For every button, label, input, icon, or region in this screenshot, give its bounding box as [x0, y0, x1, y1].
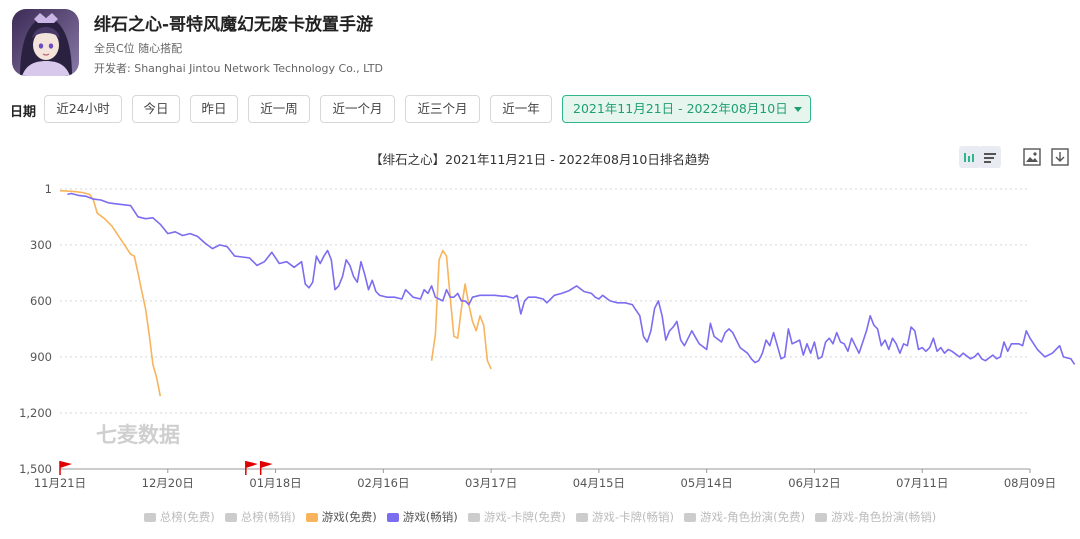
legend-item[interactable]: 游戏(畅销) [386, 509, 458, 525]
x-tick-label: 01月18日 [249, 476, 301, 490]
y-tick-label: 900 [30, 350, 52, 364]
series-line-game-free [59, 189, 162, 397]
y-tick-label: 1,200 [19, 406, 52, 420]
legend-label: 游戏-卡牌(免费) [483, 510, 566, 524]
x-tick-label: 07月11日 [896, 476, 948, 490]
legend-label: 游戏-角色扮演(畅销) [831, 510, 937, 524]
legend-swatch [683, 513, 696, 522]
x-tick-label: 05月14日 [681, 476, 733, 490]
legend-item[interactable]: 游戏-卡牌(畅销) [575, 509, 674, 525]
legend-label: 游戏(畅销) [402, 510, 458, 524]
event-flag-icon [59, 461, 72, 475]
rank-trend-chart: 1 300 600 900 1,200 1,50011月21日 12月20日 01月18日 02… [19, 182, 1076, 490]
legend-label: 总榜(畅销) [240, 510, 296, 524]
x-tick-label: 04月15日 [573, 476, 625, 490]
legend-item[interactable]: 游戏-角色扮演(畅销) [815, 509, 936, 525]
series-line-game-grossing [67, 192, 1076, 365]
x-tick-label: 03月17日 [465, 476, 517, 490]
legend-item[interactable]: 游戏(免费) [305, 509, 377, 525]
legend-swatch [467, 513, 480, 522]
watermark: 七麦数据 [96, 423, 180, 447]
event-flag-icon [245, 461, 258, 475]
x-tick-label: 02月16日 [357, 476, 409, 490]
legend-label: 总榜(免费) [159, 510, 215, 524]
x-tick-label: 11月21日 [34, 476, 86, 490]
event-flag-icon [259, 461, 273, 475]
legend-label: 游戏(免费) [321, 510, 377, 524]
y-tick-label: 300 [30, 238, 52, 252]
legend-swatch [305, 513, 318, 522]
chart-legend: 总榜(免费) 总榜(畅销) 游戏(免费) 游戏(畅销) 游戏-卡牌(免费) 游戏-卡牌(畅… [0, 509, 1080, 525]
legend-swatch [143, 513, 156, 522]
y-tick-label: 1 [45, 182, 52, 196]
legend-swatch [815, 513, 828, 522]
x-tick-label: 12月20日 [142, 476, 194, 490]
legend-swatch [386, 513, 399, 522]
series-line-game-free [430, 249, 492, 370]
y-tick-label: 1,500 [19, 462, 52, 476]
legend-item[interactable]: 总榜(畅销) [224, 509, 296, 525]
legend-item[interactable]: 游戏-卡牌(免费) [467, 509, 566, 525]
legend-swatch [224, 513, 237, 522]
page-root: 绯石之心-哥特风魔幻无废卡放置手游 全员C位 随心搭配 开发者: Shangha… [0, 0, 1080, 539]
legend-swatch [575, 513, 588, 522]
y-tick-label: 600 [30, 294, 52, 308]
legend-item[interactable]: 游戏-角色扮演(免费) [683, 509, 806, 525]
legend-label: 游戏-角色扮演(免费) [699, 510, 806, 524]
x-tick-label: 06月12日 [788, 476, 840, 490]
x-tick-label: 08月09日 [1004, 476, 1056, 490]
legend-item[interactable]: 总榜(免费) [143, 509, 215, 525]
legend-label: 游戏-卡牌(畅销) [591, 510, 674, 524]
